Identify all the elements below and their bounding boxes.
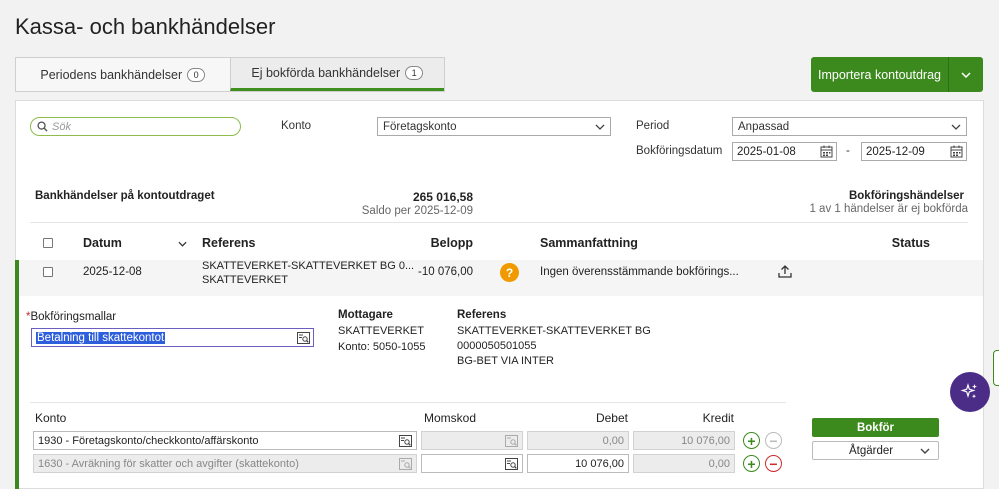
- entries-header-momskod: Momskod: [424, 411, 477, 425]
- import-statement-button-group: Importera kontoutdrag: [811, 57, 983, 92]
- tab-unbooked-transactions[interactable]: Ej bokförda bankhändelser 1: [229, 58, 444, 91]
- entry-kredit-field: 0,00: [633, 454, 735, 473]
- reference-label: Referens: [457, 309, 507, 321]
- divider: [30, 222, 968, 223]
- import-statement-button[interactable]: Importera kontoutdrag: [811, 57, 949, 92]
- template-input[interactable]: Betalning till skattekontot: [31, 328, 314, 347]
- entry-konto-field: 1630 - Avräkning för skatter och avgifte…: [33, 454, 417, 473]
- entries-header-kredit: Kredit: [702, 411, 734, 425]
- lookup-icon: [399, 457, 412, 470]
- template-label: Bokföringsmallar: [30, 311, 117, 323]
- entry-debet-field: 0,00: [527, 431, 629, 450]
- lookup-icon: [505, 434, 518, 447]
- recipient-account: Konto: 5050-1055: [338, 341, 426, 353]
- entry-konto-field[interactable]: 1930 - Företagskonto/checkkonto/affärsko…: [33, 431, 417, 450]
- date-to-input[interactable]: 2025-12-09: [861, 142, 967, 161]
- template-label-group: *Bokföringsmallar: [26, 311, 116, 323]
- chevron-down-icon: [595, 124, 605, 130]
- search-box: [30, 117, 241, 136]
- balance-date-label: Saldo per 2025-12-09: [361, 205, 473, 217]
- entry-konto-value: 1630 - Avräkning för skatter och avgifte…: [38, 457, 299, 470]
- template-value: Betalning till skattekontot: [36, 331, 166, 344]
- column-header-reference: Referens: [202, 236, 256, 250]
- tab-label: Periodens bankhändelser: [40, 67, 183, 82]
- row-amount: -10 076,00: [418, 266, 473, 278]
- reference-line: 0000050501055: [457, 340, 537, 352]
- reference-line: SKATTEVERKET-SKATTEVERKET BG: [457, 325, 651, 337]
- row-summary: Ingen överensstämmande bokförings...: [540, 266, 739, 278]
- select-all-checkbox[interactable]: [43, 238, 53, 248]
- period-value: Anpassad: [738, 120, 790, 133]
- reference-line: BG-BET VIA INTER: [457, 355, 554, 367]
- row-reference-line2: SKATTEVERKET: [202, 274, 288, 286]
- date-to-value: 2025-12-09: [866, 145, 925, 158]
- upload-icon[interactable]: [778, 264, 792, 279]
- recipient-name: SKATTEVERKET: [338, 325, 424, 337]
- period-select[interactable]: Anpassad: [732, 117, 967, 136]
- search-input[interactable]: [52, 120, 222, 133]
- actions-label: Åtgärder: [849, 444, 894, 457]
- page-title: Kassa- och bankhändelser: [15, 14, 276, 39]
- remove-row-icon: −: [765, 432, 782, 449]
- column-header-date[interactable]: Datum: [83, 236, 122, 250]
- entry-momskod-field[interactable]: [421, 454, 523, 473]
- entries-header-debet: Debet: [595, 411, 628, 425]
- lookup-icon[interactable]: [399, 434, 412, 447]
- statement-total-amount: 265 016,58: [412, 190, 473, 204]
- date-from-input[interactable]: 2025-01-08: [732, 142, 837, 161]
- question-icon[interactable]: ?: [500, 263, 519, 282]
- statement-transactions-label: Bankhändelser på kontoutdraget: [35, 190, 215, 202]
- add-row-icon[interactable]: +: [743, 455, 760, 472]
- row-reference-line1: SKATTEVERKET-SKATTEVERKET BG 0...: [202, 260, 415, 272]
- column-header-status: Status: [891, 236, 930, 250]
- chevron-down-icon: [961, 71, 971, 78]
- search-icon: [37, 121, 48, 132]
- table-row[interactable]: [16, 260, 983, 296]
- chevron-down-icon: [951, 124, 961, 130]
- row-checkbox[interactable]: [43, 267, 53, 277]
- count-badge: 0: [187, 67, 206, 82]
- column-header-amount: Belopp: [430, 236, 473, 250]
- book-button[interactable]: Bokför: [812, 418, 939, 437]
- divider: [30, 402, 786, 403]
- tab-label: Ej bokförda bankhändelser: [251, 66, 401, 80]
- entry-debet-field[interactable]: 10 076,00: [527, 454, 629, 473]
- remove-row-icon[interactable]: −: [765, 455, 782, 472]
- entry-konto-value: 1930 - Företagskonto/checkkonto/affärsko…: [38, 434, 259, 447]
- konto-value: Företagskonto: [383, 120, 457, 133]
- recipient-label: Mottagare: [338, 309, 393, 321]
- unbooked-count-label: 1 av 1 händelser är ej bokförda: [809, 203, 968, 215]
- count-badge: 1: [405, 66, 424, 80]
- actions-dropdown[interactable]: Åtgärder: [812, 441, 939, 460]
- date-separator: -: [846, 145, 850, 157]
- calendar-icon[interactable]: [820, 145, 833, 158]
- konto-label: Konto: [281, 120, 312, 132]
- calendar-icon[interactable]: [950, 145, 963, 158]
- tab-bar: Periodens bankhändelser 0 Ej bokförda ba…: [15, 57, 445, 92]
- booking-events-label: Bokföringshändelser: [848, 190, 964, 202]
- ai-assistant-button[interactable]: [950, 372, 990, 412]
- booking-date-label: Bokföringsdatum: [636, 145, 723, 157]
- row-date: 2025-12-08: [83, 266, 142, 278]
- tab-period-transactions[interactable]: Periodens bankhändelser 0: [16, 58, 230, 91]
- expanded-row-indicator: [15, 260, 19, 489]
- period-label: Period: [636, 120, 670, 132]
- column-header-summary: Sammanfattning: [540, 236, 638, 250]
- konto-select[interactable]: Företagskonto: [377, 117, 611, 136]
- import-dropdown-toggle[interactable]: [949, 57, 983, 92]
- sparkle-icon: [960, 382, 977, 399]
- side-panel-handle[interactable]: [993, 350, 999, 386]
- lookup-icon[interactable]: [505, 457, 518, 470]
- sort-chevron-down-icon[interactable]: [178, 241, 187, 247]
- lookup-icon[interactable]: [297, 331, 310, 344]
- add-row-icon[interactable]: +: [743, 432, 760, 449]
- chevron-down-icon: [920, 448, 930, 454]
- entries-header-konto: Konto: [35, 411, 67, 425]
- entry-kredit-field: 10 076,00: [633, 431, 735, 450]
- date-from-value: 2025-01-08: [737, 145, 796, 158]
- entry-momskod-field: [421, 431, 523, 450]
